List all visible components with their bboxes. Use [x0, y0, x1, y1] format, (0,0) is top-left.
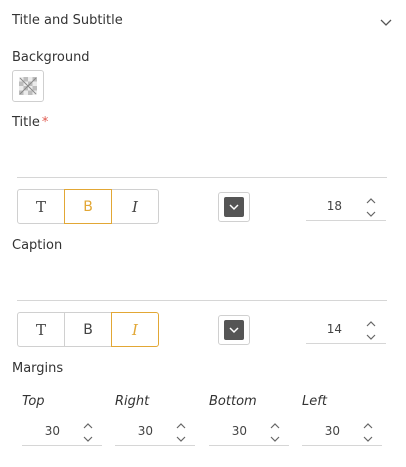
margin-top-label: Top: [22, 394, 45, 409]
margin-right-value[interactable]: 30: [115, 424, 153, 438]
title-style-group: T B I: [17, 189, 161, 224]
caption-plain-button[interactable]: T: [17, 312, 65, 347]
margin-top-stepper[interactable]: 30: [22, 418, 102, 446]
title-color-picker[interactable]: [218, 192, 250, 222]
chevron-down-icon: [229, 327, 239, 334]
background-label: Background: [12, 50, 90, 65]
increment-icon[interactable]: [82, 418, 94, 432]
margin-bottom-label: Bottom: [209, 394, 257, 409]
decrement-icon[interactable]: [82, 432, 94, 446]
decrement-icon[interactable]: [362, 432, 374, 446]
margin-left-label: Left: [302, 394, 327, 409]
margins-label: Margins: [12, 361, 64, 376]
caption-input[interactable]: [17, 275, 387, 301]
decrement-icon[interactable]: [365, 207, 377, 221]
margin-bottom-stepper[interactable]: 30: [209, 418, 289, 446]
margin-right-label: Right: [115, 394, 150, 409]
background-color-button[interactable]: [12, 70, 44, 102]
increment-icon[interactable]: [365, 316, 377, 330]
increment-icon[interactable]: [175, 418, 187, 432]
decrement-icon[interactable]: [175, 432, 187, 446]
margin-left-stepper[interactable]: 30: [302, 418, 382, 446]
title-input[interactable]: [17, 152, 387, 178]
title-font-size-stepper[interactable]: 18: [306, 193, 386, 221]
caption-style-group: T B I: [17, 312, 161, 347]
caption-font-size-stepper[interactable]: 14: [306, 316, 386, 344]
margin-right-stepper[interactable]: 30: [115, 418, 195, 446]
caption-color-picker[interactable]: [218, 315, 250, 345]
chevron-down-icon[interactable]: [378, 14, 394, 30]
caption-italic-button[interactable]: I: [111, 312, 159, 347]
title-label: Title *: [12, 115, 49, 130]
decrement-icon[interactable]: [365, 330, 377, 344]
margin-bottom-value[interactable]: 30: [209, 424, 247, 438]
no-color-cross-icon: [19, 77, 37, 95]
title-bold-button[interactable]: B: [64, 189, 112, 224]
increment-icon[interactable]: [365, 193, 377, 207]
title-plain-button[interactable]: T: [17, 189, 65, 224]
title-font-size-value[interactable]: 18: [306, 199, 342, 213]
increment-icon[interactable]: [269, 418, 281, 432]
caption-font-size-value[interactable]: 14: [306, 322, 342, 336]
title-italic-button[interactable]: I: [111, 189, 159, 224]
decrement-icon[interactable]: [269, 432, 281, 446]
chevron-down-icon: [229, 204, 239, 211]
required-mark: *: [41, 115, 49, 130]
caption-label: Caption: [12, 238, 63, 253]
margin-left-value[interactable]: 30: [302, 424, 340, 438]
increment-icon[interactable]: [362, 418, 374, 432]
caption-bold-button[interactable]: B: [64, 312, 112, 347]
section-title[interactable]: Title and Subtitle: [12, 13, 123, 28]
margin-top-value[interactable]: 30: [22, 424, 60, 438]
